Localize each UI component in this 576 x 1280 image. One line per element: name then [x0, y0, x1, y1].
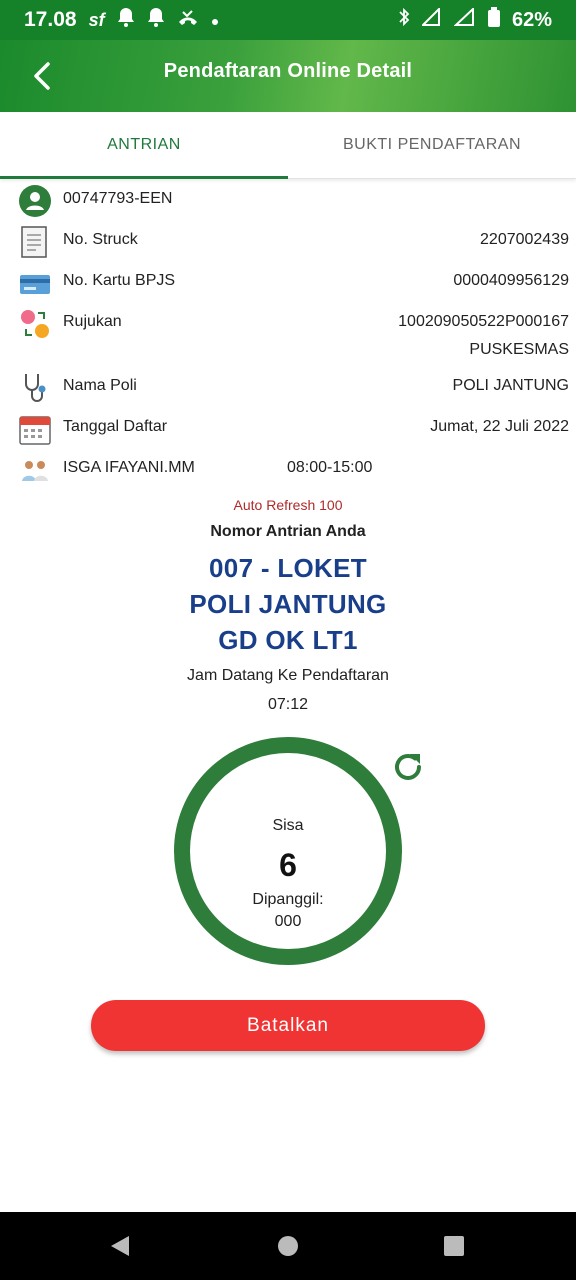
system-nav-bar [0, 1212, 576, 1280]
battery-percent: 62% [511, 8, 552, 31]
auto-refresh-text: Auto Refresh 100 [233, 497, 343, 513]
app-bar: Pendaftaran Online Detail [0, 40, 576, 112]
bluetooth-icon [398, 7, 410, 33]
called-value: 000 [274, 913, 302, 930]
patient-id: 00747793-EEN [63, 190, 173, 207]
tanggal-row: Tanggal Daftar Jumat, 22 Juli 2022 [0, 408, 576, 448]
refresh-icon[interactable] [390, 749, 426, 785]
cancel-button[interactable]: Batalkan [91, 1000, 485, 1051]
bpjs-value: 0000409956129 [453, 272, 569, 289]
tanggal-label: Tanggal Daftar [63, 418, 168, 435]
tab-bukti-pendaftaran[interactable]: BUKTI PENDAFTARAN [288, 112, 576, 178]
queue-poli: POLI JANTUNG [189, 589, 387, 619]
tab-bar: ANTRIAN BUKTI PENDAFTARAN [0, 112, 576, 179]
tanggal-value: Jumat, 22 Juli 2022 [430, 418, 569, 435]
struck-value: 2207002439 [480, 231, 569, 248]
queue-circle: Sisa 6 Dipanggil: 000 [174, 737, 402, 965]
page-title: Pendaftaran Online Detail [163, 60, 413, 82]
status-bar: 17.08 sf 62% [0, 0, 576, 40]
receipt-icon [18, 225, 52, 259]
calendar-icon [18, 412, 52, 446]
sisa-value: 6 [279, 847, 297, 883]
carrier-icon: sf [88, 9, 105, 30]
poli-value: POLI JANTUNG [452, 377, 569, 394]
missed-call-icon [177, 9, 199, 32]
called-label: Dipanggil: [252, 891, 324, 908]
user-icon [18, 184, 52, 218]
rujukan-row: Rujukan 100209050522P000167 PUSKESMAS [0, 303, 576, 369]
stethoscope-icon [18, 371, 52, 405]
referral-icon [18, 307, 52, 341]
tab-antrian[interactable]: ANTRIAN [0, 112, 288, 179]
rujukan-value: 100209050522P000167 [398, 313, 569, 330]
struck-row: No. Struck 2207002439 [0, 221, 576, 261]
status-time: 17.08 [24, 8, 77, 31]
signal-icon [420, 6, 442, 32]
bpjs-row: No. Kartu BPJS 0000409956129 [0, 262, 576, 302]
sisa-label: Sisa [272, 817, 304, 834]
queue-heading: Nomor Antrian Anda [210, 523, 366, 540]
poli-row: Nama Poli POLI JANTUNG [0, 367, 576, 407]
bpjs-label: No. Kartu BPJS [63, 272, 176, 289]
bell-icon [117, 7, 135, 33]
arrival-time: 07:12 [267, 696, 309, 713]
dot-icon [211, 9, 219, 32]
battery-icon [487, 7, 500, 33]
poli-label: Nama Poli [63, 377, 137, 394]
queue-location: GD OK LT1 [218, 625, 358, 655]
rujukan-label: Rujukan [63, 313, 122, 330]
signal-4g-icon [453, 6, 476, 32]
patient-row: 00747793-EEN [0, 180, 576, 220]
nav-recents-icon[interactable] [442, 1234, 466, 1258]
dokter-row: ISGA IFAYANI.MM 08:00-15:00 [0, 449, 576, 489]
card-icon [18, 266, 52, 300]
struck-label: No. Struck [63, 231, 138, 248]
doctor-hours: 08:00-15:00 [287, 459, 373, 476]
nav-home-icon[interactable] [276, 1234, 300, 1258]
doctor-name: ISGA IFAYANI.MM [63, 459, 195, 476]
nav-back-icon[interactable] [109, 1234, 133, 1258]
doctors-icon [18, 453, 52, 487]
arrival-label: Jam Datang Ke Pendaftaran [187, 667, 389, 684]
rujukan-source: PUSKESMAS [469, 341, 569, 358]
bell-icon [147, 7, 165, 33]
queue-number: 007 - LOKET [209, 553, 367, 583]
